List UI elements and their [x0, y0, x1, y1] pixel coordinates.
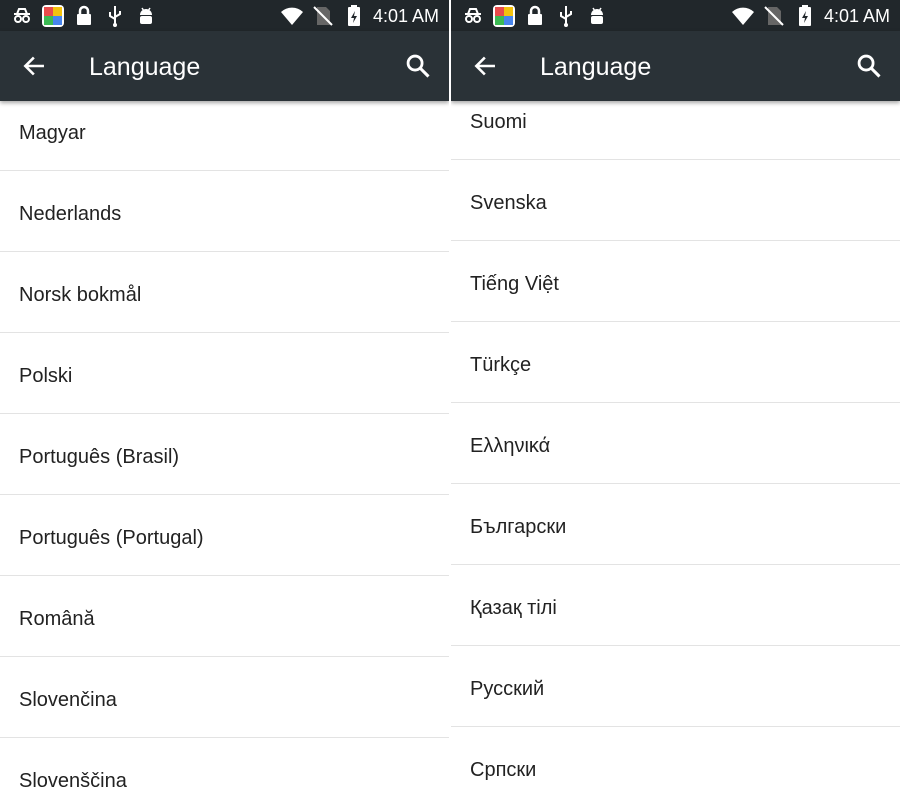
language-label: Қазақ тілі: [470, 597, 557, 619]
list-item[interactable]: Türkçe: [451, 322, 900, 403]
list-item[interactable]: Қазақ тілі: [451, 565, 900, 646]
language-label: Português (Portugal): [19, 527, 204, 549]
app-icon: [492, 4, 516, 28]
battery-charging-icon: [342, 4, 366, 28]
list-item[interactable]: Tiếng Việt: [451, 241, 900, 322]
app-bar: Language: [451, 31, 900, 101]
page-title: Language: [89, 53, 201, 81]
usb-icon: [103, 4, 127, 28]
usb-icon: [554, 4, 578, 28]
language-label: Tiếng Việt: [470, 273, 559, 295]
status-bar-notifications: [461, 4, 609, 28]
lock-icon: [523, 4, 547, 28]
language-label: Suomi: [470, 111, 527, 133]
incognito-icon: [461, 4, 485, 28]
status-bar: 4:01 AM: [451, 0, 900, 31]
android-debug-icon: [585, 4, 609, 28]
list-item[interactable]: Ελληνικά: [451, 403, 900, 484]
screen-left: 4:01 AM Language Magyar Nederlands Norsk…: [0, 0, 449, 802]
list-item[interactable]: Svenska: [451, 160, 900, 241]
status-bar-system: 4:01 AM: [731, 4, 890, 28]
language-label: Română: [19, 608, 95, 630]
status-bar-system: 4:01 AM: [280, 4, 439, 28]
language-label: Slovenščina: [19, 770, 127, 792]
lock-icon: [72, 4, 96, 28]
list-item[interactable]: Български: [451, 484, 900, 565]
search-icon[interactable]: [855, 52, 883, 80]
list-item[interactable]: Português (Brasil): [0, 414, 449, 495]
language-label: Polski: [19, 365, 73, 387]
screen-right: 4:01 AM Language Suomi Svenska Tiếng Việ…: [451, 0, 900, 802]
list-item[interactable]: Nederlands: [0, 171, 449, 252]
list-item[interactable]: Magyar: [0, 90, 449, 171]
list-item[interactable]: Polski: [0, 333, 449, 414]
language-label: Português (Brasil): [19, 446, 180, 468]
language-label: Русский: [470, 678, 545, 700]
wifi-icon: [280, 4, 304, 28]
arrow-back-icon[interactable]: [21, 53, 47, 79]
list-item[interactable]: Română: [0, 576, 449, 657]
status-bar: 4:01 AM: [0, 0, 449, 31]
list-item[interactable]: Slovenščina: [0, 738, 449, 802]
list-item[interactable]: Slovenčina: [0, 657, 449, 738]
status-time: 4:01 AM: [823, 6, 890, 26]
search-icon[interactable]: [404, 52, 432, 80]
language-label: Norsk bokmål: [19, 284, 142, 306]
language-list: Suomi Svenska Tiếng Việt Türkçe Ελληνικά…: [451, 79, 900, 802]
battery-charging-icon: [793, 4, 817, 28]
language-label: Slovenčina: [19, 689, 117, 711]
no-sim-icon: [311, 4, 335, 28]
wifi-icon: [731, 4, 755, 28]
language-label: Български: [470, 516, 567, 538]
list-item[interactable]: Português (Portugal): [0, 495, 449, 576]
language-label: Ελληνικά: [470, 435, 551, 457]
status-bar-notifications: [10, 4, 158, 28]
language-label: Nederlands: [19, 203, 122, 225]
language-label: Svenska: [470, 192, 547, 214]
language-list: Magyar Nederlands Norsk bokmål Polski Po…: [0, 90, 449, 802]
no-sim-icon: [762, 4, 786, 28]
arrow-back-icon[interactable]: [472, 53, 498, 79]
list-item[interactable]: Русский: [451, 646, 900, 727]
language-label: Magyar: [19, 122, 86, 144]
list-item[interactable]: Norsk bokmål: [0, 252, 449, 333]
app-icon: [41, 4, 65, 28]
language-label: Türkçe: [470, 354, 532, 376]
page-title: Language: [540, 53, 652, 81]
incognito-icon: [10, 4, 34, 28]
android-debug-icon: [134, 4, 158, 28]
app-bar: Language: [0, 31, 449, 101]
language-label: Српски: [470, 759, 537, 781]
list-item[interactable]: Српски: [451, 727, 900, 802]
status-time: 4:01 AM: [372, 6, 439, 26]
